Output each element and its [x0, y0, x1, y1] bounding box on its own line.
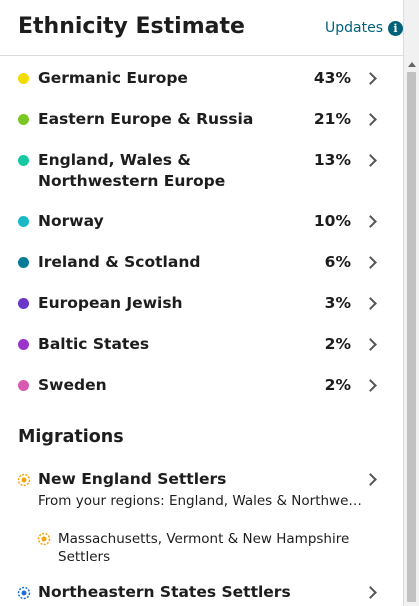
scrollbar[interactable]: [403, 0, 419, 606]
ethnicity-name: Norway: [38, 212, 104, 230]
page-title: Ethnicity Estimate: [18, 14, 245, 39]
ethnicity-name: European Jewish: [38, 294, 183, 312]
ethnicity-name: Baltic States: [38, 335, 150, 353]
ethnicity-row-germanic-europe[interactable]: Germanic Europe 43%: [0, 68, 403, 90]
chevron-right-icon: [364, 215, 377, 228]
ethnicity-name: Sweden: [38, 376, 107, 394]
ethnicity-panel: Ethnicity Estimate Updates i Germanic Eu…: [0, 0, 403, 606]
ethnicity-name: Germanic Europe: [38, 69, 188, 87]
migration-name: Northeastern States Settlers: [38, 583, 291, 601]
ethnicity-percent: 21%: [313, 110, 351, 128]
ethnicity-row-sweden[interactable]: Sweden 2%: [0, 375, 403, 397]
chevron-right-icon: [364, 379, 377, 392]
ethnicity-row-england-wales-nw-europe[interactable]: England, Wales & Northwestern Europe 13%: [0, 150, 403, 194]
scroll-up-icon[interactable]: [408, 62, 416, 67]
updates-label: Updates: [325, 20, 383, 36]
chevron-right-icon: [364, 113, 377, 126]
ethnicity-name: Eastern Europe & Russia: [38, 110, 254, 128]
ethnicity-percent: 6%: [324, 253, 351, 271]
migration-marker-icon: [17, 586, 31, 600]
panel-header: Ethnicity Estimate Updates i: [0, 0, 403, 56]
migration-marker-icon: [37, 532, 51, 546]
ethnicity-percent: 10%: [313, 212, 351, 230]
ethnicity-row-european-jewish[interactable]: European Jewish 3%: [0, 293, 403, 315]
ethnicity-row-baltic-states[interactable]: Baltic States 2%: [0, 334, 403, 356]
ethnicity-row-norway[interactable]: Norway 10%: [0, 211, 403, 233]
chevron-right-icon: [364, 72, 377, 85]
migration-subtitle: From your regions: England, Wales & Nort…: [38, 493, 364, 509]
region-color-dot: [18, 339, 29, 350]
ethnicity-row-eastern-europe-russia[interactable]: Eastern Europe & Russia 21%: [0, 109, 403, 131]
sub-migration-name: Massachusetts, Vermont & New Hampshire S…: [58, 531, 350, 565]
scrollbar-thumb[interactable]: [407, 72, 416, 602]
chevron-right-icon: [364, 256, 377, 269]
chevron-right-icon: [364, 338, 377, 351]
chevron-right-icon: [364, 586, 377, 599]
region-color-dot: [18, 380, 29, 391]
chevron-right-icon: [364, 154, 377, 167]
region-color-dot: [18, 257, 29, 268]
updates-link[interactable]: Updates i: [325, 20, 403, 36]
ethnicity-row-ireland-scotland[interactable]: Ireland & Scotland 6%: [0, 252, 403, 274]
region-color-dot: [18, 216, 29, 227]
ethnicity-percent: 2%: [324, 335, 351, 353]
region-color-dot: [18, 155, 29, 166]
chevron-right-icon: [364, 297, 377, 310]
region-color-dot: [18, 73, 29, 84]
migrations-heading: Migrations: [18, 427, 124, 447]
ethnicity-name: Ireland & Scotland: [38, 253, 201, 271]
ethnicity-percent: 2%: [324, 376, 351, 394]
ethnicity-percent: 43%: [313, 69, 351, 87]
ethnicity-name: England, Wales & Northwestern Europe: [38, 151, 226, 190]
chevron-right-icon: [364, 473, 377, 486]
region-color-dot: [18, 298, 29, 309]
info-icon: i: [388, 20, 403, 36]
ethnicity-percent: 13%: [313, 151, 351, 169]
region-color-dot: [18, 114, 29, 125]
migration-marker-icon: [17, 473, 31, 487]
ethnicity-percent: 3%: [324, 294, 351, 312]
migration-name: New England Settlers: [38, 470, 227, 488]
